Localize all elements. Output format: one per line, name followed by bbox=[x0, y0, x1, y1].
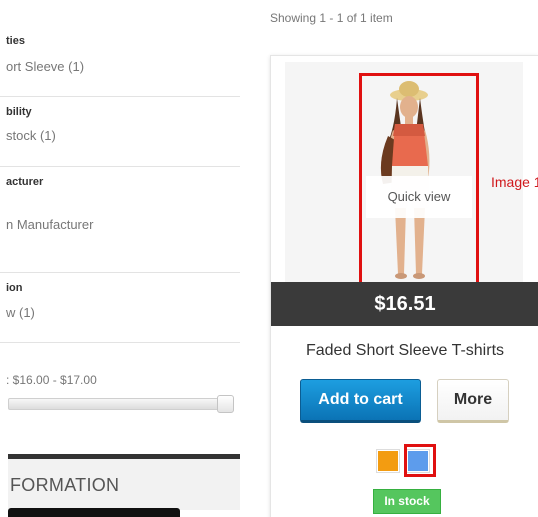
price-range-label: : $16.00 - $17.00 bbox=[6, 373, 97, 387]
image-annotation-label: Image 1 bbox=[491, 174, 538, 190]
filter-group-availability: bility stock (1) bbox=[0, 97, 240, 167]
filter-sidebar: ties ort Sleeve (1) bility stock (1) act… bbox=[0, 0, 240, 517]
filter-title: acturer bbox=[6, 176, 44, 188]
swatch-highlight-box bbox=[404, 444, 436, 477]
price-slider-track[interactable] bbox=[8, 398, 232, 410]
filter-group-manufacturer: acturer n Manufacturer bbox=[0, 167, 240, 273]
quick-view-button[interactable]: Quick view bbox=[366, 176, 472, 218]
filter-group-categories: ties ort Sleeve (1) bbox=[0, 28, 240, 97]
product-name[interactable]: Faded Short Sleeve T-shirts bbox=[271, 342, 538, 360]
results-count: Showing 1 - 1 of 1 item bbox=[270, 11, 393, 25]
product-card: Image 1 Quick view $16.51 Faded Short Sl… bbox=[270, 55, 538, 517]
price-slider-handle[interactable] bbox=[217, 395, 234, 413]
filter-title: ion bbox=[6, 282, 23, 294]
information-title: FORMATION bbox=[10, 475, 120, 495]
product-image[interactable]: Image 1 Quick view bbox=[285, 62, 538, 292]
product-price: $16.51 bbox=[271, 282, 538, 326]
filter-option-manufacturer[interactable]: n Manufacturer bbox=[6, 217, 93, 232]
information-block: FORMATION bbox=[8, 454, 240, 510]
color-swatch-orange[interactable] bbox=[376, 449, 400, 473]
availability-badge: In stock bbox=[373, 489, 441, 514]
divider bbox=[0, 342, 240, 343]
filter-option-short-sleeve[interactable]: ort Sleeve (1) bbox=[6, 59, 84, 74]
filter-title: ties bbox=[6, 35, 25, 47]
filter-option-new[interactable]: w (1) bbox=[6, 305, 35, 320]
more-button[interactable]: More bbox=[437, 379, 509, 423]
filter-option-in-stock[interactable]: stock (1) bbox=[6, 128, 56, 143]
tooltip bbox=[8, 508, 180, 517]
add-to-cart-button[interactable]: Add to cart bbox=[300, 379, 421, 423]
filter-title: bility bbox=[6, 106, 32, 118]
filter-group-condition: ion w (1) bbox=[0, 273, 240, 343]
